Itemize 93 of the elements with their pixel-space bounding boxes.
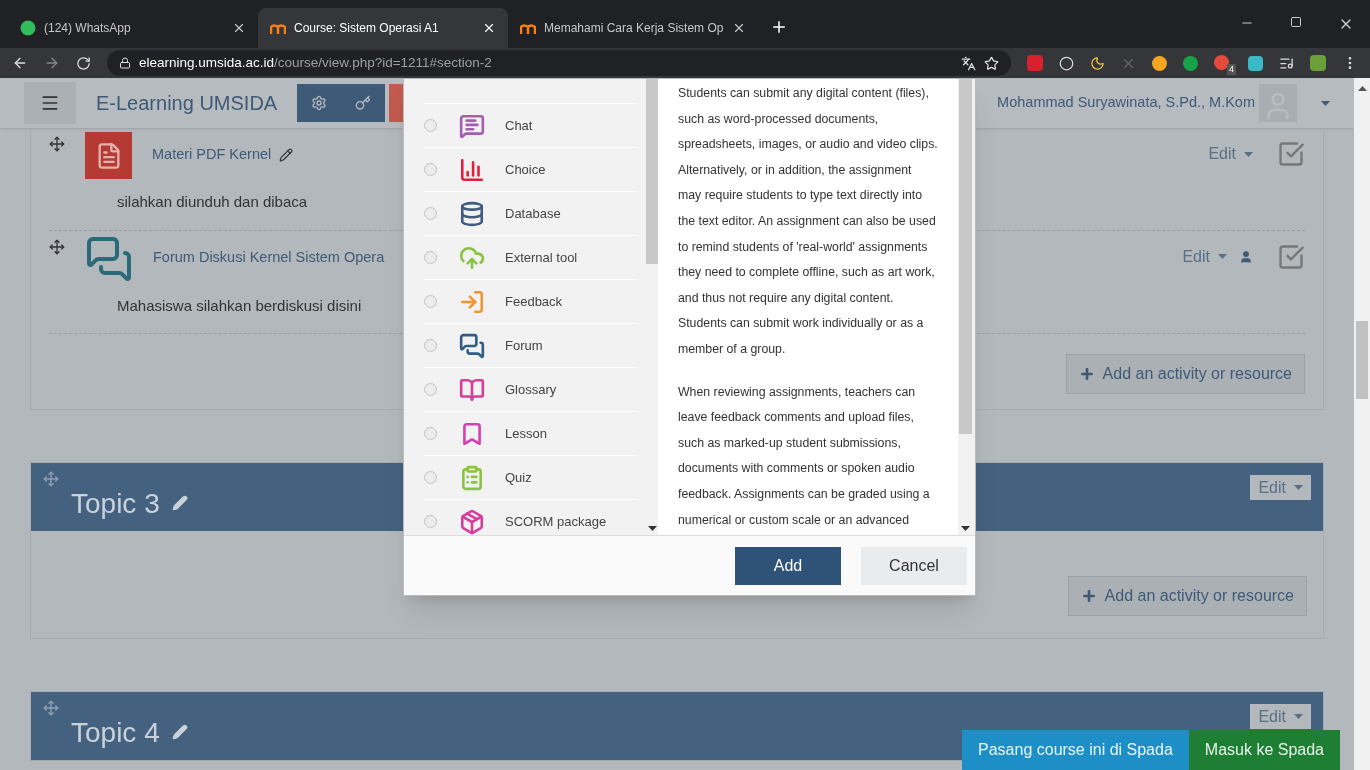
extension-icon[interactable] [1248,55,1263,71]
browser-tab[interactable]: (124) WhatsApp [8,8,258,48]
completion-checkbox[interactable] [1277,242,1305,271]
module-name: Database [505,204,561,223]
close-icon[interactable] [232,21,246,35]
activity-description: Mahasiswa silahkan berdiskusi disini [117,295,362,316]
radio-button[interactable] [424,163,437,176]
scrollbar-thumb[interactable] [1356,321,1368,399]
radio-button[interactable] [424,119,437,132]
settings-icon[interactable] [311,95,328,111]
lock-icon [119,57,131,69]
caret-icon [1321,100,1330,106]
speech-bubbles-icon [85,234,133,283]
module-option[interactable]: External tool [424,235,636,279]
user-name[interactable]: Mohammad Suryawinata, S.Pd., M.Kom [997,92,1255,114]
module-option[interactable]: Feedback [424,279,636,323]
radio-button[interactable] [424,427,437,440]
module-name: Lesson [505,424,547,443]
translate-icon[interactable] [961,55,976,71]
completion-checkbox[interactable] [1277,140,1305,168]
activity-link[interactable]: Materi PDF Kernel [152,144,272,166]
browser-tab[interactable]: Course: Sistem Operasi A1 [258,8,508,48]
extension-icon[interactable] [1059,55,1074,71]
browser-tab[interactable]: Memahami Cara Kerja Sistem Op [508,8,758,48]
pencil-icon[interactable] [279,148,294,162]
extension-icon[interactable] [1183,55,1198,71]
add-button[interactable]: Add [735,546,841,585]
menu-button[interactable] [24,82,76,124]
radio-button[interactable] [424,251,437,264]
extension-icon[interactable] [1152,55,1167,71]
module-name: Glossary [505,380,557,399]
module-name: Forum [505,336,543,355]
module-name: External tool [505,248,578,267]
close-icon[interactable] [732,21,746,35]
tab-title: Memahami Cara Kerja Sistem Op [544,20,724,37]
module-option[interactable]: Forum [424,323,636,367]
reload-icon[interactable] [76,55,91,71]
module-name: Chat [505,116,533,135]
topic-title: Topic 4 [71,716,160,750]
spada-button[interactable]: Masuk ke Spada [1188,730,1340,770]
module-name: Quiz [505,468,532,487]
activity-description: silahkan diunduh dan dibaca [117,192,308,212]
radio-button[interactable] [424,471,437,484]
caret-icon [961,526,970,531]
caret-icon [1357,86,1367,91]
module-option[interactable]: Quiz [424,455,636,499]
moon-icon[interactable] [1090,55,1105,71]
radio-button[interactable] [424,515,437,528]
caret-icon [1294,714,1303,719]
move-icon[interactable] [49,238,65,255]
menu-icon [40,93,60,113]
logo-icon [270,22,286,34]
scrollbar[interactable] [1354,78,1370,770]
module-option[interactable]: Glossary [424,367,636,411]
caret-icon [1294,485,1303,490]
caret-icon [1244,151,1253,157]
plus-icon [1080,588,1097,604]
radio-button[interactable] [424,207,437,220]
caret-icon [1218,254,1227,259]
playlist-icon[interactable] [1279,55,1294,71]
back-icon[interactable] [12,55,28,71]
radio-button[interactable] [424,295,437,308]
url-text: elearning.umsida.ac.id/course/view.php?id=1211#section-2 [139,53,492,72]
pdf-icon [85,132,132,179]
radio-button[interactable] [424,339,437,352]
new-tab-icon[interactable] [770,18,788,36]
move-icon[interactable] [49,136,65,152]
module-name: SCORM package [505,512,607,531]
module-option[interactable]: Lesson [424,411,636,455]
logo-icon [520,22,536,34]
bookmark-star-icon[interactable] [984,55,999,71]
module-description: When reviewing assignments, teachers can leave feedback comments and upload files, such as marked-up student submissions, documents with comments or spoken audio feedback. Assignments can be graded using a numerical or custom scale or an advanced [678,383,931,529]
cancel-button[interactable]: Cancel [861,546,967,585]
close-icon[interactable] [482,21,496,35]
tab-title: Course: Sistem Operasi A1 [294,20,440,37]
module-option[interactable]: Choice [424,147,636,191]
caret-icon [647,526,657,531]
key-icon[interactable] [355,95,372,111]
module-option[interactable]: Database [424,191,636,235]
activity-link[interactable]: Forum Diskusi Kernel Sistem Opera [153,246,385,269]
plus-icon [1078,366,1095,382]
radio-button[interactable] [424,383,437,396]
module-option[interactable]: Chat [424,103,636,147]
site-name[interactable]: E-Learning UMSIDA [96,88,278,118]
extension-badge: 4 [1227,64,1236,75]
module-description: Students can submit any digital content (files), such as word-processed documents, spreadsheets, images, or audio and video clips. Alternatively, or in addition, the assignment may require students to type text directly into the text editor. An assignment can also be used to remind students of 'real-world' assignments they need to complete offline, such as art work, and thus not require any digital content. Students can submit work individually or as a member of a group. [678,85,938,358]
module-name: Choice [505,160,546,179]
address-field[interactable]: elearning.umsida.ac.id/course/view.php?id=1211#section-2 [107,50,1011,76]
forward-icon[interactable] [44,55,60,71]
tab-title: (124) WhatsApp [44,20,132,37]
module-name: Feedback [505,292,563,311]
topic-title: Topic 3 [71,487,160,521]
restore-icon[interactable] [1290,16,1302,28]
